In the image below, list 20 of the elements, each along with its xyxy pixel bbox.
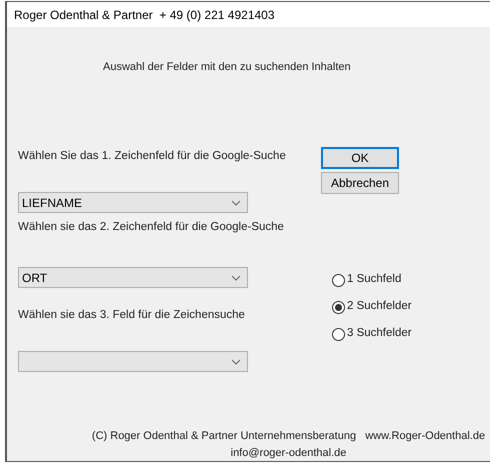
chevron-down-icon [231,200,241,206]
chevron-down-icon [231,274,241,280]
window-title: Roger Odenthal & Partner + 49 (0) 221 4921403 [14,6,275,24]
chevron-down-icon [231,358,241,364]
radio-option[interactable]: 1 Suchfeld [332,272,412,288]
field-label: Wählen Sie das 1. Zeichenfeld für die Google-Suche [18,149,287,164]
email-text: info@roger-odenthal.de [230,446,346,460]
radio-button[interactable] [332,328,345,340]
copyright-text: (C) Roger Odenthal & Partner Unternehmensberatung www.Roger-Odenthal.de [92,429,486,444]
radio-option[interactable]: 2 Suchfelder [332,299,412,315]
radio-button[interactable] [332,300,345,314]
radio-button[interactable] [332,274,345,286]
dropdown[interactable]: ORT [18,267,248,288]
heading: Auswahl der Felder mit den zu suchenden Inhalten [103,61,351,73]
field-label: Wählen sie das 3. Feld für die Zeichensuche [18,308,246,323]
ok-button[interactable]: OK [321,147,399,169]
cancel-button[interactable]: Abbrechen [321,172,399,194]
dropdown[interactable]: LIEFNAME [18,192,248,213]
radio-option[interactable]: 3 Suchfelder [332,326,412,342]
field-label: Wählen sie das 2. Zeichenfeld für die Google-Suche [18,220,285,235]
